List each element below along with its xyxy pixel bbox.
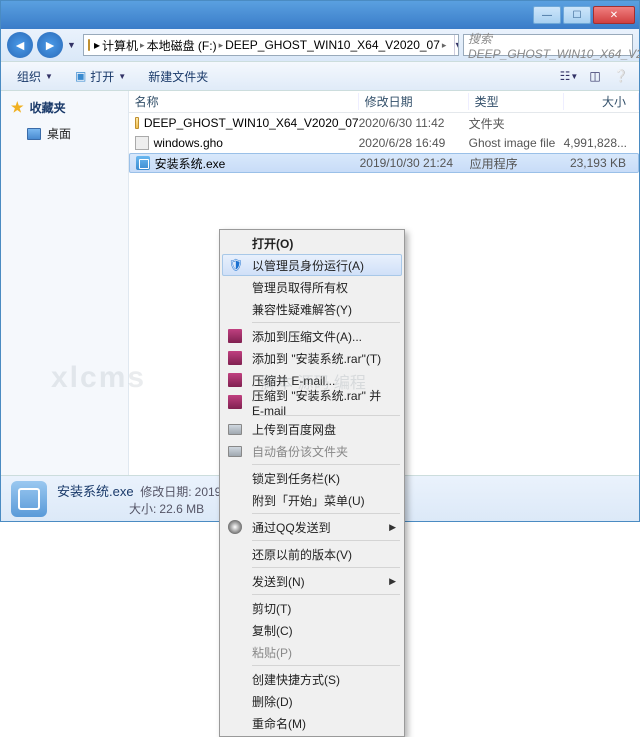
ctx-copy[interactable]: 复制(C) [222, 619, 402, 641]
ctx-qqsend[interactable]: 通过QQ发送到▶ [222, 516, 402, 538]
submenu-arrow-icon: ▶ [389, 576, 396, 587]
ctx-runas[interactable]: 🛡以管理员身份运行(A) [222, 254, 402, 276]
ctx-paste: 粘贴(P) [222, 641, 402, 663]
ctx-restore[interactable]: 还原以前的版本(V) [222, 543, 402, 565]
ctx-owner[interactable]: 管理员取得所有权 [222, 276, 402, 298]
ctx-pin-start[interactable]: 附到「开始」菜单(U) [222, 489, 402, 511]
separator [252, 594, 400, 595]
window-controls: — ☐ ✕ [533, 6, 635, 24]
file-icon [135, 136, 149, 150]
ctx-autobak: 自动备份该文件夹 [222, 440, 402, 462]
ctx-sendto[interactable]: 发送到(N)▶ [222, 570, 402, 592]
maximize-button[interactable]: ☐ [563, 6, 591, 24]
sidebar: ★收藏夹 桌面 [1, 91, 129, 475]
rar-icon [227, 350, 243, 366]
organize-button[interactable]: 组织▼ [9, 65, 61, 88]
search-box[interactable]: 搜索 DEEP_GHOST_WIN10_X64_V2... 🔍 [463, 34, 633, 56]
rar-icon [227, 372, 243, 388]
col-date[interactable]: 修改日期 [359, 93, 469, 110]
crumb-computer[interactable]: 计算机 [102, 37, 138, 54]
ctx-upload[interactable]: 上传到百度网盘 [222, 418, 402, 440]
explorer-window: — ☐ ✕ ◄ ► ▼ ▸ 计算机 ▸ 本地磁盘 (F:) ▸ DEEP_GHO… [0, 0, 640, 522]
separator [252, 464, 400, 465]
address-bar[interactable]: ▸ 计算机 ▸ 本地磁盘 (F:) ▸ DEEP_GHOST_WIN10_X64… [83, 34, 459, 56]
file-row-gho[interactable]: windows.gho 2020/6/28 16:49 Ghost image … [129, 133, 639, 153]
separator [252, 665, 400, 666]
context-menu: 打开(O) 🛡以管理员身份运行(A) 管理员取得所有权 兼容性疑难解答(Y) 添… [219, 229, 405, 737]
close-button[interactable]: ✕ [593, 6, 635, 24]
exe-icon [136, 156, 150, 170]
status-file-icon [11, 481, 47, 517]
ctx-shortcut[interactable]: 创建快捷方式(S) [222, 668, 402, 690]
crumb-drive[interactable]: 本地磁盘 (F:) [147, 37, 217, 54]
history-dropdown[interactable]: ▼ [67, 40, 79, 50]
ctx-addarchive[interactable]: 添加到压缩文件(A)... [222, 325, 402, 347]
separator [252, 513, 400, 514]
desktop-icon [27, 128, 41, 140]
new-folder-button[interactable]: 新建文件夹 [140, 65, 216, 88]
status-filename: 安装系统.exe [57, 484, 134, 499]
breadcrumb[interactable]: ▸ 计算机 ▸ 本地磁盘 (F:) ▸ DEEP_GHOST_WIN10_X64… [94, 37, 446, 54]
address-dropdown[interactable]: ▾ [454, 35, 459, 55]
ctx-pin-taskbar[interactable]: 锁定到任务栏(K) [222, 467, 402, 489]
folder-icon [135, 117, 139, 129]
submenu-arrow-icon: ▶ [389, 522, 396, 533]
forward-button[interactable]: ► [37, 32, 63, 58]
help-button[interactable]: ❔ [611, 66, 631, 86]
ctx-rename[interactable]: 重命名(M) [222, 712, 402, 734]
col-type[interactable]: 类型 [469, 93, 564, 110]
column-headers: 名称 修改日期 类型 大小 [129, 91, 639, 113]
back-button[interactable]: ◄ [7, 32, 33, 58]
qq-icon [227, 519, 243, 535]
ctx-open[interactable]: 打开(O) [222, 232, 402, 254]
search-placeholder: 搜索 DEEP_GHOST_WIN10_X64_V2... [468, 30, 640, 61]
cloud-icon [227, 421, 243, 437]
file-row-exe-selected[interactable]: 安装系统.exe 2019/10/30 21:24 应用程序 23,193 KB [129, 153, 639, 173]
rar-icon [227, 328, 243, 344]
folder-icon [88, 39, 90, 51]
separator [252, 322, 400, 323]
crumb-folder[interactable]: DEEP_GHOST_WIN10_X64_V2020_07 [225, 38, 440, 52]
shield-icon: 🛡 [228, 257, 244, 273]
sidebar-item-desktop[interactable]: 桌面 [11, 122, 118, 145]
star-icon: ★ [11, 99, 24, 116]
ctx-ziprar-email[interactable]: 压缩到 "安装系统.rar" 并 E-mail [222, 391, 402, 413]
view-button[interactable]: ☷▼ [559, 66, 579, 86]
open-button[interactable]: ▣打开▼ [67, 65, 134, 88]
ctx-addrar[interactable]: 添加到 "安装系统.rar"(T) [222, 347, 402, 369]
col-size[interactable]: 大小 [564, 93, 639, 110]
separator [252, 540, 400, 541]
file-row-folder[interactable]: DEEP_GHOST_WIN10_X64_V2020_07 2020/6/30 … [129, 113, 639, 133]
favorites-header[interactable]: ★收藏夹 [11, 99, 118, 116]
preview-pane-button[interactable]: ◫ [585, 66, 605, 86]
toolbar: 组织▼ ▣打开▼ 新建文件夹 ☷▼ ◫ ❔ [1, 61, 639, 91]
col-name[interactable]: 名称 [129, 93, 359, 110]
ctx-compat[interactable]: 兼容性疑难解答(Y) [222, 298, 402, 320]
ctx-cut[interactable]: 剪切(T) [222, 597, 402, 619]
hd-icon [227, 443, 243, 459]
minimize-button[interactable]: — [533, 6, 561, 24]
titlebar[interactable]: — ☐ ✕ [1, 1, 639, 29]
ctx-delete[interactable]: 删除(D) [222, 690, 402, 712]
nav-bar: ◄ ► ▼ ▸ 计算机 ▸ 本地磁盘 (F:) ▸ DEEP_GHOST_WIN… [1, 29, 639, 61]
body: xlcms ★收藏夹 桌面 名称 修改日期 类型 大小 DEEP_GHOST_W… [1, 91, 639, 475]
separator [252, 567, 400, 568]
rar-icon [227, 394, 243, 410]
